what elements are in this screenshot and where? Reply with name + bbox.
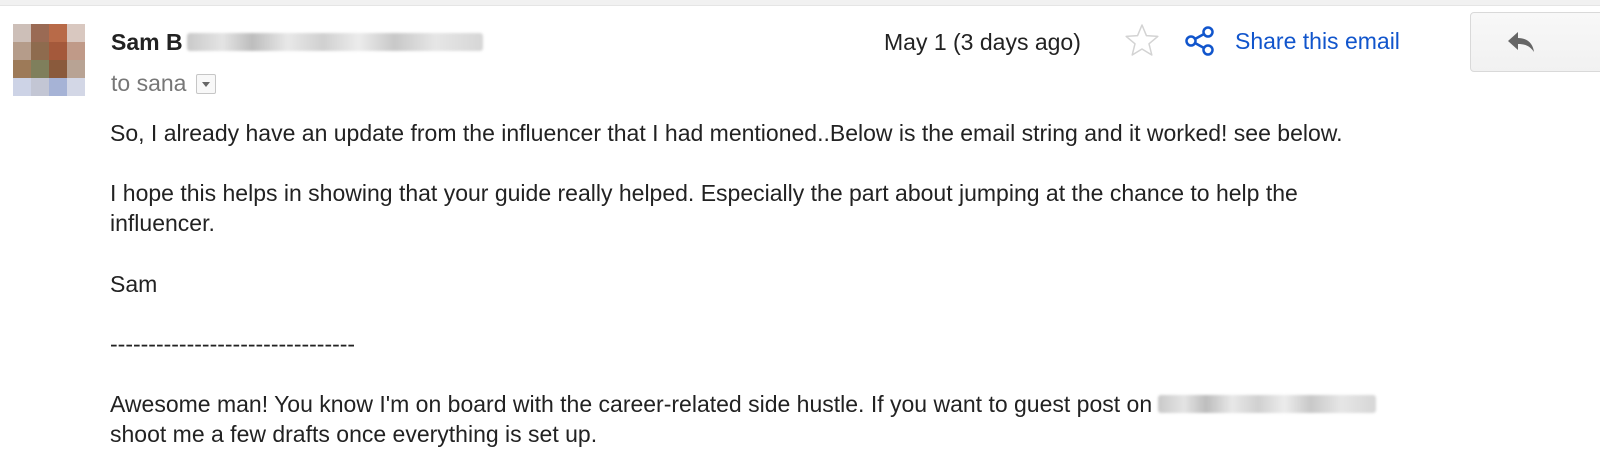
star-outline-icon[interactable]	[1124, 22, 1160, 58]
redacted-site-name	[1158, 395, 1377, 413]
email-date[interactable]: May 1 (3 days ago)	[884, 27, 1081, 57]
recipient-line: to sana	[111, 70, 217, 97]
body-paragraph-1: So, I already have an update from the in…	[110, 120, 1343, 146]
body-paragraph-2-line-2: influencer.	[110, 210, 215, 236]
sender-line: Sam B	[111, 27, 483, 57]
reply-arrow-icon	[1508, 32, 1534, 52]
share-email-link[interactable]: Share this email	[1184, 25, 1400, 57]
quoted-line-1: Awesome man! You know I'm on board with …	[110, 389, 1377, 419]
share-email-label[interactable]: Share this email	[1235, 25, 1400, 57]
body-paragraph-2-line-1: I hope this helps in showing that your g…	[110, 180, 1298, 206]
top-divider	[0, 0, 1600, 6]
quoted-line-1-text: Awesome man! You know I'm on board with …	[110, 391, 1153, 417]
quote-separator: --------------------------------	[110, 331, 356, 357]
reply-button[interactable]	[1470, 12, 1600, 72]
chevron-down-icon[interactable]	[196, 73, 217, 94]
recipient-label: to sana	[111, 70, 187, 96]
share-icon	[1185, 26, 1214, 56]
signoff: Sam	[110, 271, 158, 297]
quoted-line-2: shoot me a few drafts once everything is…	[110, 421, 598, 447]
sender-name[interactable]: Sam B	[111, 29, 183, 56]
avatar[interactable]	[13, 24, 85, 96]
redacted-sender-email	[186, 33, 483, 51]
